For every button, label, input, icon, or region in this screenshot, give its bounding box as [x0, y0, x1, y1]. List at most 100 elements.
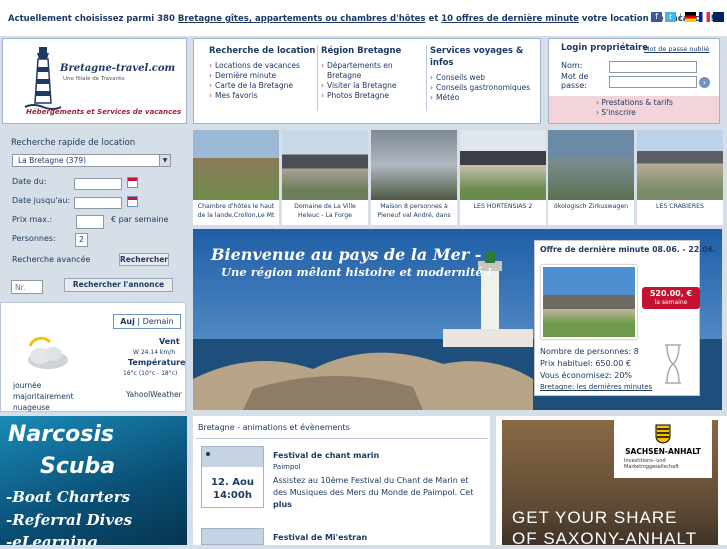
price-max-input[interactable] [76, 215, 104, 229]
offer-price: 520.00, € [649, 289, 693, 298]
events-divider [196, 438, 488, 439]
event-day: 12. Aou [211, 477, 254, 488]
property-card[interactable]: LES CRABIERES [637, 130, 723, 225]
nav-heading: Recherche de location [209, 46, 316, 56]
region-select-value: La Bretagne (379) [18, 156, 87, 165]
nav-item[interactable]: Conseils gastronomiques [430, 83, 534, 93]
event-date-box: 12. Aou 14:00h [201, 446, 264, 508]
forgot-password-link[interactable]: Mot de passe oublié [644, 45, 709, 53]
offer-price-unit: la semaine [654, 299, 688, 306]
arrow-icon: › [596, 98, 599, 107]
nav-item[interactable]: Photos Bretagne [321, 91, 425, 101]
top-link-rentals[interactable]: Bretagne gîtes, appartements ou chambres… [178, 14, 426, 24]
nav-item[interactable]: Mes favoris [209, 91, 317, 101]
tab-separator: | [137, 317, 141, 326]
search-button[interactable]: Rechercher [119, 253, 169, 266]
ring-icon [206, 452, 210, 456]
logo-name: Bretagne-travel.com [60, 63, 176, 74]
date-from-input[interactable] [74, 178, 122, 190]
property-card[interactable]: ökologisch Zirkuswagen [548, 130, 634, 225]
offer-link[interactable]: Bretagne: les dernières minutes [540, 383, 652, 391]
login-password-input[interactable] [609, 76, 697, 88]
property-caption: Maison 8 personnes à Pleneuf val André, … [377, 203, 451, 219]
event-date-box [201, 528, 264, 545]
ad-line: -eLearning [6, 533, 98, 545]
calendar-icon[interactable] [127, 196, 138, 207]
ad-line: GET YOUR SHARE [512, 508, 678, 527]
region-select[interactable]: La Bretagne (379) ▼ [12, 154, 171, 167]
property-card[interactable]: Chambre d'hôtes le haut de la lande,Crol… [193, 130, 279, 225]
price-max-label: Prix max.: [12, 215, 53, 224]
wind-label: Vent [159, 337, 180, 346]
chevron-down-icon[interactable]: ▼ [159, 155, 170, 166]
ad-number-input[interactable] [11, 280, 43, 294]
property-photo [282, 130, 368, 200]
nav-item[interactable]: Locations de vacances [209, 61, 317, 71]
german-flag-icon[interactable] [684, 12, 696, 22]
property-thumbnails: Chambre d'hôtes le haut de la lande,Crol… [193, 130, 727, 226]
login-link-register[interactable]: › S'inscrire [596, 108, 636, 117]
price-suffix: € par semaine [111, 215, 169, 224]
nav-item[interactable]: Dernière minute [209, 71, 317, 81]
nav-column-search: Recherche de location Locations de vacan… [209, 45, 317, 101]
login-link-label: S'inscrire [601, 108, 636, 117]
event-more-link[interactable]: plus [273, 500, 292, 509]
tab-today[interactable]: Auj [120, 317, 135, 326]
persons-input[interactable]: 2 [75, 233, 88, 247]
nav-item[interactable]: Visiter la Bretagne [321, 81, 425, 91]
weather-tabs: Auj | Demain [113, 314, 181, 329]
nav-column-services: Services voyages & infos Conseils web Co… [430, 45, 534, 103]
property-caption: Domaine de La Ville Heleuc - La Forge [294, 203, 356, 219]
nav-divider [317, 45, 318, 111]
offer-saving: Vous économisez: 20% [540, 371, 633, 380]
nav-item[interactable]: Météo [430, 93, 534, 103]
main-navigation: Recherche de location Locations de vacan… [193, 38, 541, 124]
property-caption: ökologisch Zirkuswagen [553, 203, 629, 210]
property-card[interactable]: Domaine de La Ville Heleuc - La Forge [282, 130, 368, 225]
login-link-prices[interactable]: › Prestations & tarifs [596, 98, 673, 107]
nav-heading: Services voyages & infos [430, 46, 524, 68]
event-title[interactable]: Festival de chant marin [273, 451, 379, 460]
coat-of-arms-icon [655, 424, 671, 444]
search-ad-button[interactable]: Rechercher l'annonce [64, 278, 173, 292]
offer-photo[interactable] [541, 265, 637, 339]
saxony-advertisement[interactable]: SACHSEN-ANHALT Investitions- und Marketi… [496, 416, 727, 548]
login-link-label: Prestations & tarifs [601, 98, 673, 107]
event-title[interactable]: Festival de Mi'estran [273, 533, 367, 542]
property-photo [460, 130, 546, 200]
scuba-advertisement[interactable]: Narcosis Scuba -Boat Charters -Referral … [0, 416, 187, 545]
top-prefix: Actuellement choisissez parmi 380 [8, 14, 175, 24]
nav-column-region: Région Bretagne Départements en Bretagne… [321, 45, 425, 101]
social-flags: f t | [651, 12, 727, 24]
uk-flag-icon[interactable] [712, 12, 724, 22]
nav-item[interactable]: Conseils web [430, 73, 534, 83]
login-submit-icon[interactable]: › [699, 77, 710, 88]
hourglass-icon [665, 344, 681, 384]
property-caption: LES HORTENSIAS 2 [473, 203, 533, 210]
property-photo [637, 130, 723, 200]
property-photo [193, 130, 279, 200]
property-card[interactable]: LES HORTENSIAS 2 [460, 130, 546, 225]
facebook-icon[interactable]: f [651, 12, 662, 22]
offer-persons: Nombre de personnes: 8 [540, 347, 639, 356]
ad-line: OF SAXONY-ANHALT [512, 529, 698, 548]
temperature-value: 16°c (10°c - 18°c) [123, 370, 178, 377]
advanced-search-link[interactable]: Recherche avancée [12, 255, 90, 264]
calendar-icon[interactable] [127, 177, 138, 188]
logo-tagline: Hébergements et Services de vacances [26, 108, 182, 116]
nav-item[interactable]: Carte de la Bretagne [209, 81, 317, 91]
property-card[interactable]: Maison 8 personnes à Pleneuf val André, … [371, 130, 457, 225]
cloud-icon [28, 336, 68, 369]
wind-value: W 24.14 km/h [133, 349, 176, 356]
twitter-icon[interactable]: t [665, 12, 676, 22]
login-name-input[interactable] [609, 61, 697, 73]
login-password-label: Mot de passe: [561, 72, 589, 90]
offer-title: Offre de dernière minute 08.06. - 22.06. [540, 245, 716, 254]
french-flag-icon[interactable] [698, 12, 710, 22]
nav-heading: Région Bretagne [321, 46, 402, 56]
nav-item[interactable]: Départements en Bretagne [321, 61, 425, 81]
tab-tomorrow[interactable]: Demain [143, 317, 174, 326]
weather-provider: YahoolWeather [126, 390, 182, 399]
top-link-lastminute[interactable]: 10 offres de dernière minute [441, 14, 579, 24]
date-to-input[interactable] [74, 197, 122, 209]
